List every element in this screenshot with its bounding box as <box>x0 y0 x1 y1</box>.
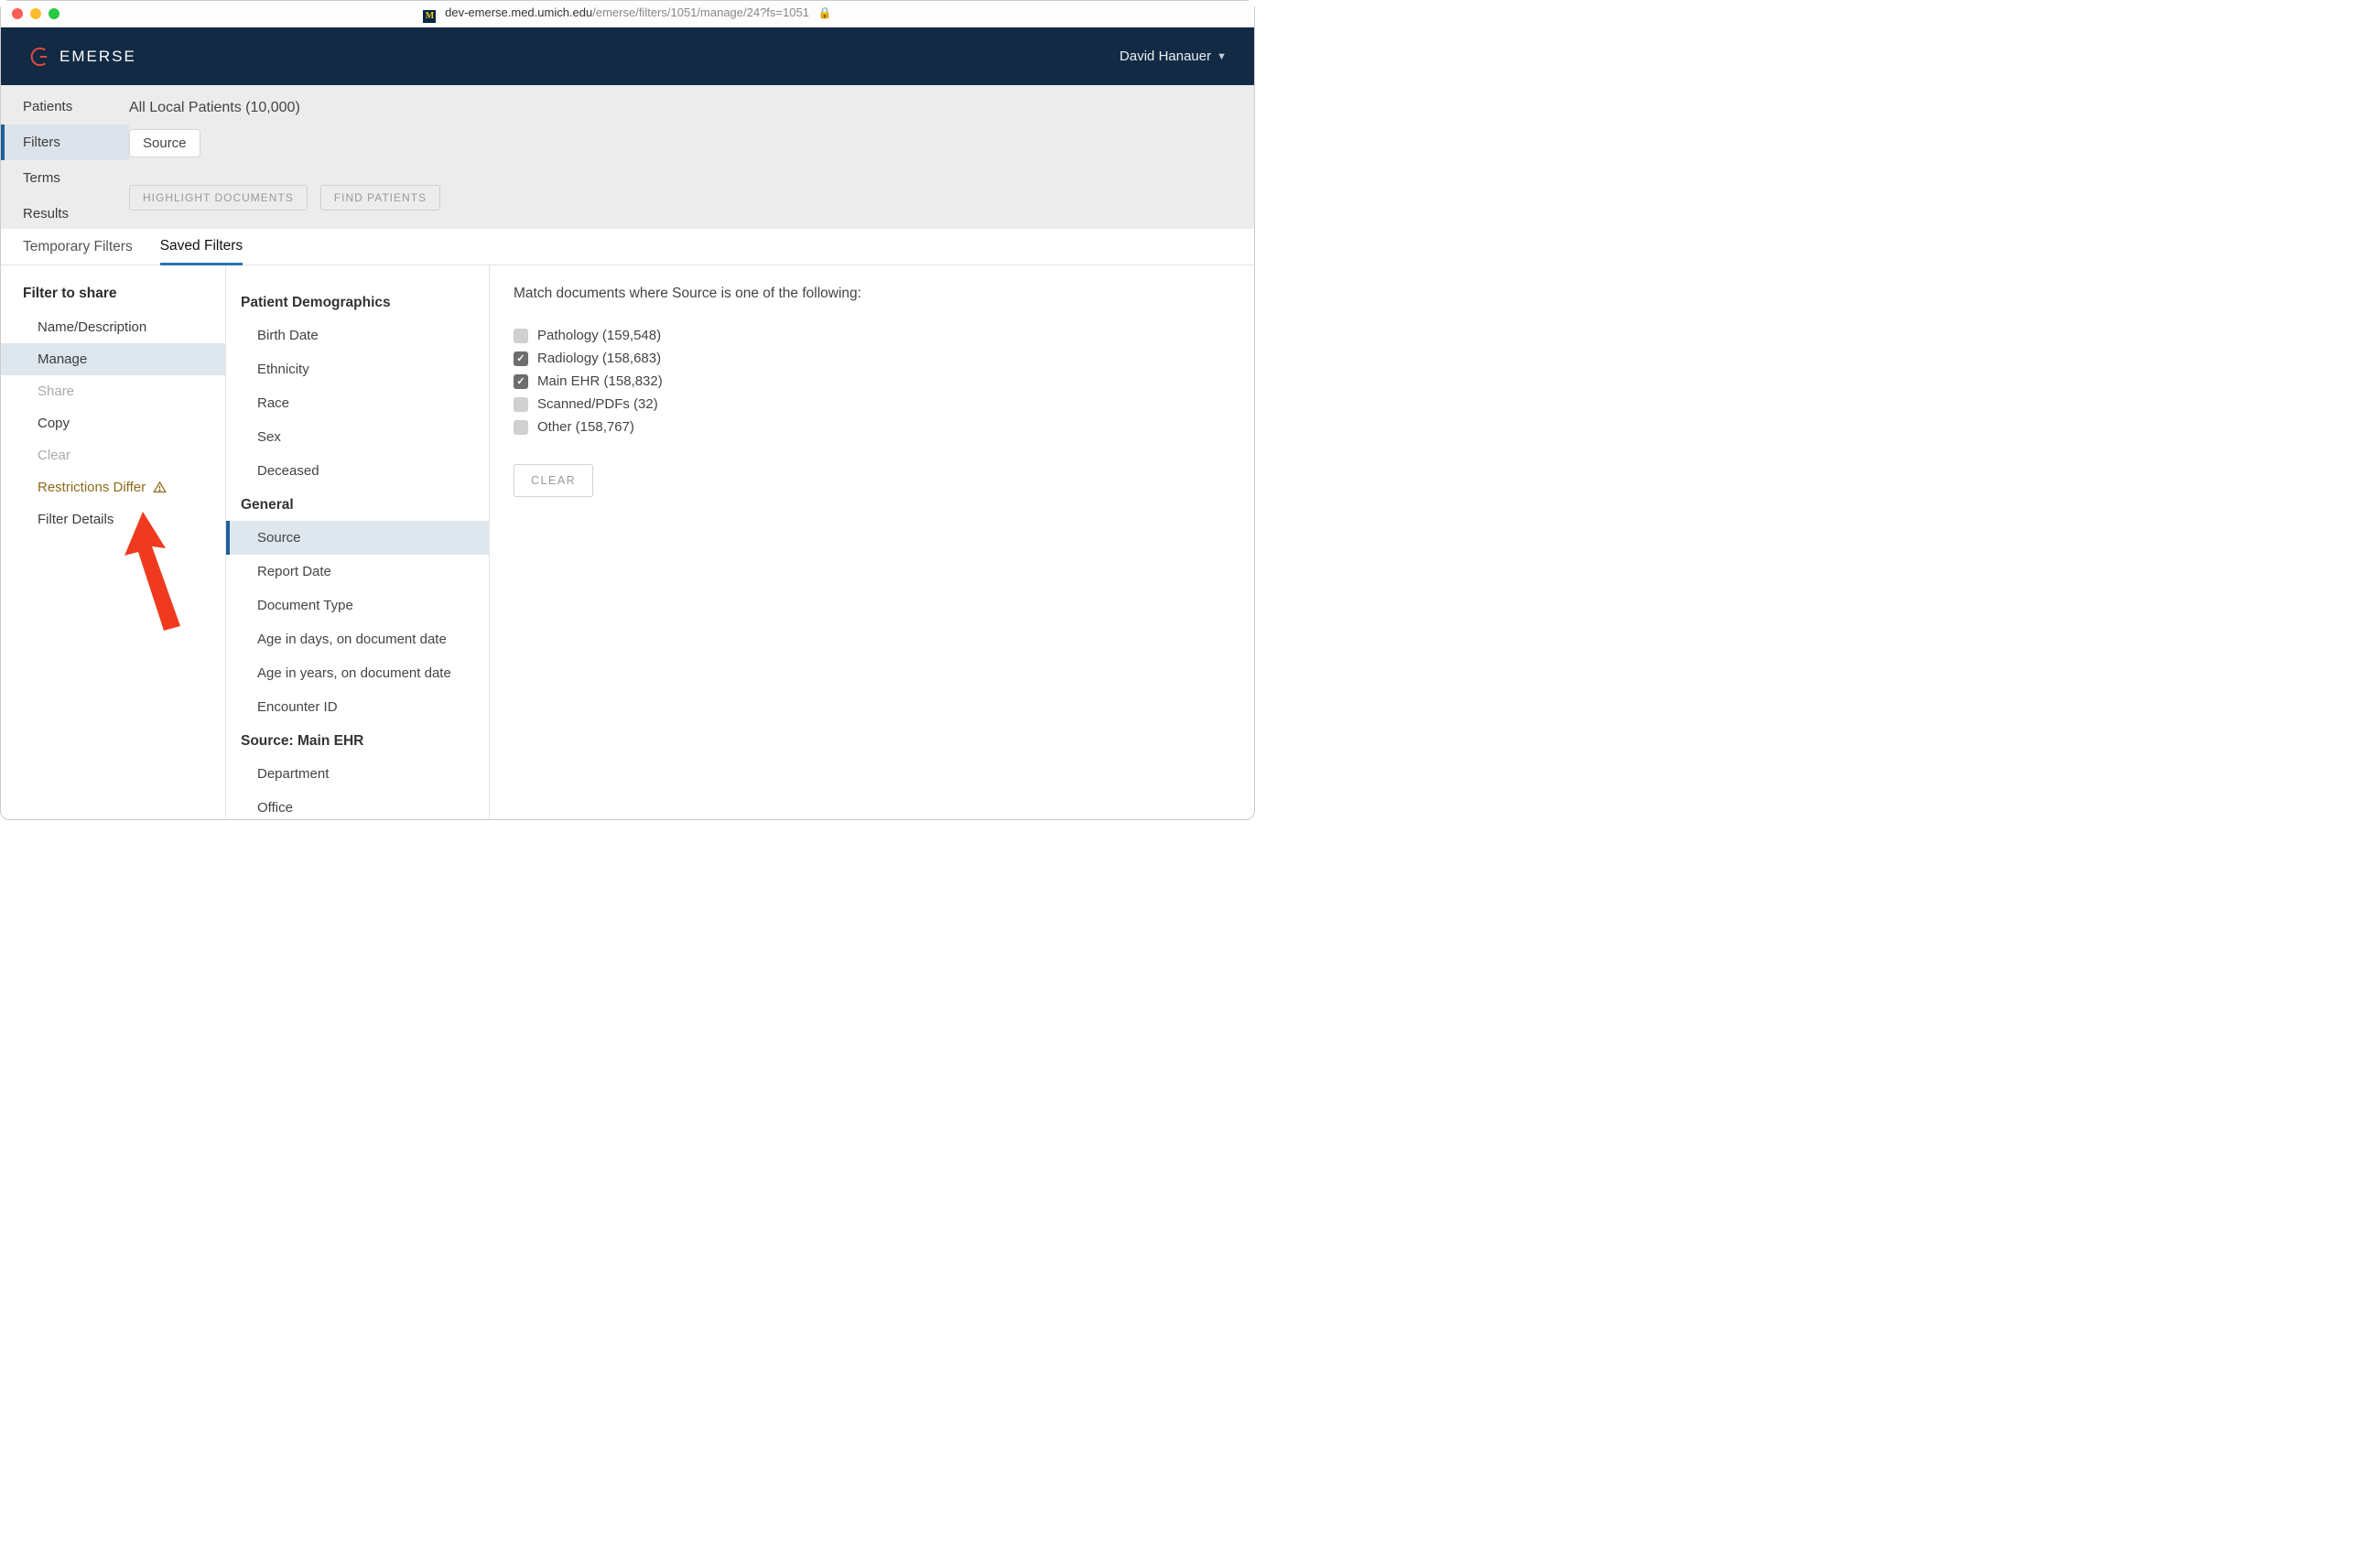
warning-icon <box>153 481 167 494</box>
filter-actions-column: Filter to share Name/DescriptionManageSh… <box>1 265 226 819</box>
field-group-heading: General <box>226 488 489 521</box>
url-path: /emerse/filters/1051/manage/24?fs=1051 <box>592 5 809 19</box>
highlight-documents-button[interactable]: HIGHLIGHT DOCUMENTS <box>129 185 308 211</box>
tools-main: All Local Patients (10,000) Source HIGHL… <box>129 85 1254 229</box>
filter-subtabs: Temporary Filters Saved Filters <box>1 229 1254 265</box>
field-item-department[interactable]: Department <box>226 757 489 791</box>
rail-item-filters[interactable]: Filters <box>1 124 129 160</box>
filter-action-manage[interactable]: Manage <box>1 343 225 375</box>
field-item-document-type[interactable]: Document Type <box>226 589 489 622</box>
field-item-age-in-days-on-document-date[interactable]: Age in days, on document date <box>226 622 489 656</box>
brand-name: EMERSE <box>60 48 136 66</box>
filter-action-name-description[interactable]: Name/Description <box>1 311 225 343</box>
user-name: David Hanauer <box>1120 49 1211 64</box>
filter-values-column: Match documents where Source is one of t… <box>490 265 1254 819</box>
filter-action-restrictions-differ[interactable]: Restrictions Differ <box>1 471 225 503</box>
checkbox[interactable] <box>514 351 528 366</box>
source-option-label: Pathology (159,548) <box>537 328 661 343</box>
source-option-row: Radiology (158,683) <box>514 347 1230 370</box>
field-group-heading: Patient Demographics <box>226 286 489 319</box>
field-item-report-date[interactable]: Report Date <box>226 555 489 589</box>
maximize-window-button[interactable] <box>49 8 60 19</box>
traffic-lights <box>1 8 60 19</box>
match-prompt: Match documents where Source is one of t… <box>514 286 1230 302</box>
filter-action-label: Restrictions Differ <box>38 480 146 495</box>
source-option-label: Other (158,767) <box>537 419 634 435</box>
address-display: M dev-emerse.med.umich.edu/emerse/filter… <box>1 5 1254 23</box>
field-item-source[interactable]: Source <box>226 521 489 555</box>
checkbox[interactable] <box>514 329 528 343</box>
source-option-label: Radiology (158,683) <box>537 351 661 366</box>
field-item-birth-date[interactable]: Birth Date <box>226 319 489 352</box>
filter-pill-source[interactable]: Source <box>129 129 200 157</box>
left-rail: PatientsFiltersTermsResults <box>1 85 129 229</box>
patients-summary: All Local Patients (10,000) <box>129 96 1254 129</box>
field-item-race[interactable]: Race <box>226 386 489 420</box>
user-menu[interactable]: David Hanauer ▼ <box>1120 49 1227 64</box>
filter-action-copy[interactable]: Copy <box>1 407 225 439</box>
source-option-label: Main EHR (158,832) <box>537 373 663 389</box>
checkbox[interactable] <box>514 397 528 412</box>
subtab-temporary-filters[interactable]: Temporary Filters <box>23 230 133 264</box>
filter-action-filter-details[interactable]: Filter Details <box>1 503 225 535</box>
url-host: dev-emerse.med.umich.edu <box>445 5 592 19</box>
filter-actions-heading: Filter to share <box>1 286 225 311</box>
rail-item-patients[interactable]: Patients <box>1 89 129 124</box>
filter-action-share: Share <box>1 375 225 407</box>
field-item-age-in-years-on-document-date[interactable]: Age in years, on document date <box>226 656 489 690</box>
source-option-row: Pathology (159,548) <box>514 324 1230 347</box>
field-item-sex[interactable]: Sex <box>226 420 489 454</box>
field-group-heading: Source: Main EHR <box>226 724 489 757</box>
app-header: EMERSE David Hanauer ▼ <box>1 27 1254 85</box>
tools-area: PatientsFiltersTermsResults All Local Pa… <box>1 85 1254 229</box>
rail-item-results[interactable]: Results <box>1 196 129 232</box>
rail-item-terms[interactable]: Terms <box>1 160 129 196</box>
subtab-saved-filters[interactable]: Saved Filters <box>160 229 243 265</box>
field-item-office[interactable]: Office <box>226 791 489 819</box>
source-option-label: Scanned/PDFs (32) <box>537 396 658 412</box>
minimize-window-button[interactable] <box>30 8 41 19</box>
filter-fields-column: Patient DemographicsBirth DateEthnicityR… <box>226 265 490 819</box>
clear-button[interactable]: CLEAR <box>514 464 593 497</box>
brand[interactable]: EMERSE <box>28 47 136 67</box>
checkbox[interactable] <box>514 420 528 435</box>
source-option-row: Main EHR (158,832) <box>514 370 1230 393</box>
window-titlebar: M dev-emerse.med.umich.edu/emerse/filter… <box>1 1 1254 27</box>
source-option-row: Scanned/PDFs (32) <box>514 393 1230 416</box>
filter-action-clear: Clear <box>1 439 225 471</box>
field-item-ethnicity[interactable]: Ethnicity <box>226 352 489 386</box>
source-option-row: Other (158,767) <box>514 416 1230 438</box>
brand-logo-icon <box>28 47 49 67</box>
close-window-button[interactable] <box>12 8 23 19</box>
filter-body: Filter to share Name/DescriptionManageSh… <box>1 265 1254 819</box>
chevron-down-icon: ▼ <box>1217 51 1227 62</box>
checkbox[interactable] <box>514 374 528 389</box>
field-item-encounter-id[interactable]: Encounter ID <box>226 690 489 724</box>
favicon-icon: M <box>423 10 436 23</box>
field-item-deceased[interactable]: Deceased <box>226 454 489 488</box>
lock-icon: 🔒 <box>818 6 832 19</box>
find-patients-button[interactable]: FIND PATIENTS <box>320 185 440 211</box>
